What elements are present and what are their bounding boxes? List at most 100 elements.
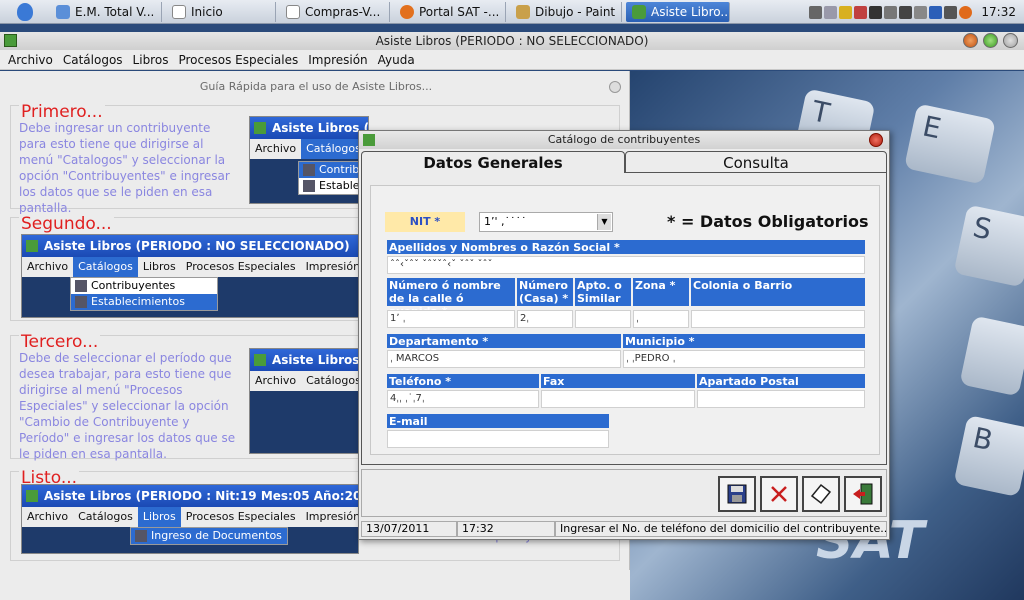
fax-field[interactable] (541, 390, 695, 408)
taskbar-item-portal-sat[interactable]: Portal SAT -... (394, 1, 506, 22)
exit-door-icon (853, 483, 873, 505)
app-icon (4, 34, 17, 47)
mini-screenshot: Asiste Libros (PERIODO : Nit:19 Mes:05 A… (21, 484, 359, 554)
fax-label: Fax (541, 374, 695, 388)
tray-icon[interactable] (854, 5, 868, 19)
main-window-title: Asiste Libros (PERIODO : NO SELECCIONADO… (375, 34, 649, 48)
system-tray: 17:32 (808, 0, 1024, 24)
monitor-icon[interactable] (899, 5, 913, 19)
dialog-statusbar: 13/07/2011 17:32 Ingresar el No. de telé… (361, 521, 887, 537)
apple-logo-icon (17, 2, 33, 21)
cancel-button[interactable] (760, 476, 798, 512)
document-icon (172, 4, 186, 19)
menu-archivo[interactable]: Archivo (8, 53, 53, 67)
tab-consulta[interactable]: Consulta (625, 151, 887, 173)
colonia-field[interactable] (691, 310, 865, 328)
document-icon (286, 4, 300, 19)
zona-field[interactable]: ˌ (633, 310, 689, 328)
numero-casa-label: Número (Casa) * (517, 278, 573, 306)
mini-screenshot: Asiste Libros (PERIODO : NO SELECCIONADO… (21, 234, 359, 318)
clear-button[interactable] (802, 476, 840, 512)
shield-icon[interactable] (839, 5, 853, 19)
keyboard-key: S (953, 204, 1024, 288)
tray-icon[interactable] (869, 5, 883, 19)
dropdown-menu: Contribuyentes Establecimientos (70, 277, 218, 311)
dialog-tabs: Datos Generales Consulta (361, 151, 887, 173)
taskbar-item-inicio[interactable]: Inicio (166, 1, 276, 22)
documento-icon (135, 530, 147, 542)
dialog-titlebar: Catálogo de contribuyentes (359, 131, 889, 149)
nit-label: NIT * (385, 212, 465, 232)
apartado-field[interactable] (697, 390, 865, 408)
menu-procesos-especiales[interactable]: Procesos Especiales (178, 53, 298, 67)
guide-title: Guía Rápida para el uso de Asiste Libros… (199, 80, 433, 93)
tab-datos-generales[interactable]: Datos Generales (361, 151, 625, 173)
app-icon (254, 354, 266, 366)
mini-screenshot: Asiste Libros ( Archivo Catálogos (249, 348, 369, 454)
tab-body: NIT * 1ʼ' ,˙˙˙˙ ▼ * = Datos Obligatorios… (361, 173, 887, 465)
main-window-footer (0, 570, 630, 600)
dialog-toolbar (361, 469, 887, 517)
zona-label: Zona * (633, 278, 689, 306)
tray-icon[interactable] (929, 5, 943, 19)
menu-catalogos[interactable]: Catálogos (63, 53, 123, 67)
catalogo-contribuyentes-dialog: Catálogo de contribuyentes Datos General… (358, 130, 890, 540)
municipio-label: Municipio * (623, 334, 865, 348)
guide-close-icon[interactable] (609, 81, 621, 93)
dropdown-menu: Ingreso de Documentos (130, 527, 288, 545)
establecimientos-icon (75, 296, 87, 308)
status-message: Ingresar el No. de teléfono del domicili… (555, 521, 887, 537)
departamento-label: Departamento * (387, 334, 621, 348)
tray-icon[interactable] (809, 5, 823, 19)
minimize-icon[interactable] (963, 33, 978, 48)
apartado-label: Apartado Postal (697, 374, 865, 388)
start-button[interactable] (0, 0, 50, 24)
tray-icon[interactable] (914, 5, 928, 19)
wifi-icon[interactable] (824, 5, 838, 19)
cancel-x-icon (771, 486, 787, 502)
taskbar: E.M. Total V... Inicio Compras-V... Port… (0, 0, 1024, 24)
email-field[interactable] (387, 430, 609, 448)
taskbar-item-compras[interactable]: Compras-V... (280, 1, 390, 22)
maximize-icon[interactable] (983, 33, 998, 48)
clock: 17:32 (981, 5, 1016, 19)
establecimientos-icon (303, 180, 315, 192)
nombre-field[interactable]: ˆˆ‹ˇˆˇ ˇˆˇˇˆ‹ˇ ˇˆˇ ˇˆˇ (387, 256, 865, 274)
status-time: 17:32 (457, 521, 555, 537)
main-window-titlebar: Asiste Libros (PERIODO : NO SELECCIONADO… (0, 32, 1024, 50)
step-heading: Tercero... (19, 332, 101, 352)
tray-icon[interactable] (884, 5, 898, 19)
telefono-field[interactable]: 4ˌˌ ˌ˙ˌ7ˌ (387, 390, 539, 408)
menu-impresion[interactable]: Impresión (308, 53, 367, 67)
eraser-icon (810, 483, 832, 505)
taskbar-item-paint[interactable]: Dibujo - Paint (510, 1, 622, 22)
save-icon (727, 484, 747, 504)
menu-libros[interactable]: Libros (133, 53, 169, 67)
taskbar-item-asiste-libros[interactable]: Asiste Libro... (626, 1, 730, 22)
nombre-label: Apellidos y Nombres o Razón Social * (387, 240, 865, 254)
contribuyentes-icon (303, 164, 315, 176)
calle-field[interactable]: 1ʼ ˌ (387, 310, 515, 328)
departamento-field[interactable]: ˌ MARCOS (387, 350, 621, 368)
paint-icon (516, 4, 530, 19)
taskbar-item-em-total[interactable]: E.M. Total V... (50, 1, 162, 22)
menu-ayuda[interactable]: Ayuda (378, 53, 415, 67)
mini-screenshot: Asiste Libros (PERIODO : NO SELECCIONADO… (249, 116, 369, 204)
close-icon[interactable] (869, 133, 883, 147)
volume-icon[interactable] (944, 5, 958, 19)
nit-combobox[interactable]: 1ʼ' ,˙˙˙˙ ▼ (479, 212, 613, 232)
apto-field[interactable] (575, 310, 631, 328)
tray-icon[interactable] (959, 5, 973, 19)
keyboard-key: E (904, 103, 996, 185)
app-icon (26, 490, 38, 502)
save-button[interactable] (718, 476, 756, 512)
keyboard-key (959, 315, 1024, 397)
numero-casa-field[interactable]: 2ˌ (517, 310, 573, 328)
dialog-title: Catálogo de contribuyentes (547, 133, 701, 146)
close-icon[interactable] (1003, 33, 1018, 48)
chevron-down-icon[interactable]: ▼ (597, 214, 611, 230)
app-icon (26, 240, 38, 252)
municipio-field[interactable]: ˌ ˌPEDRO ˌ (623, 350, 865, 368)
calle-label: Número ó nombre de la calle ó avenida * (387, 278, 515, 318)
exit-button[interactable] (844, 476, 882, 512)
